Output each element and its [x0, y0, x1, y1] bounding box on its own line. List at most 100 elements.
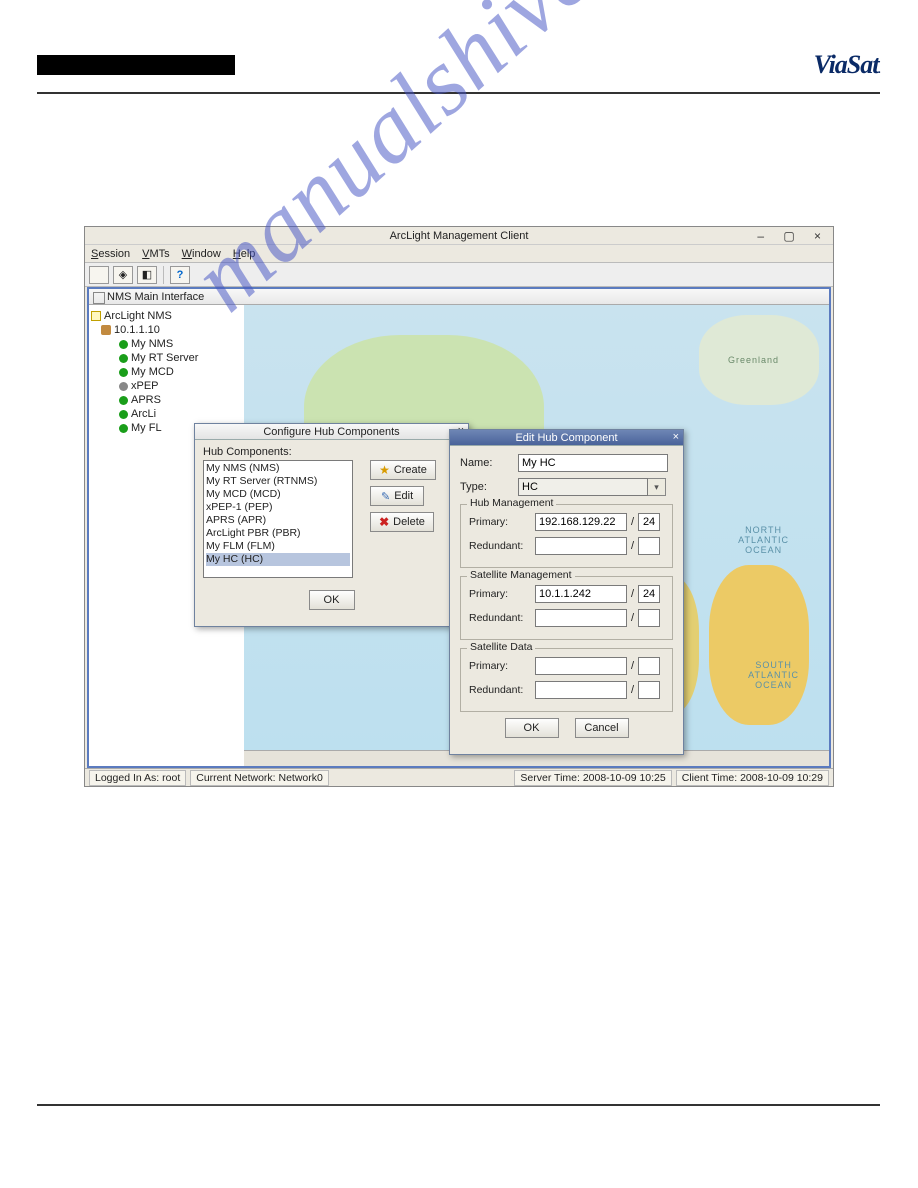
sat-primary-ip-input[interactable]	[535, 585, 627, 603]
bottom-rule	[37, 1104, 880, 1106]
satellite-management-group: Satellite Management Primary: / Redundan…	[460, 576, 673, 640]
list-item[interactable]: My FLM (FLM)	[206, 540, 350, 553]
tree-ip[interactable]: 10.1.1.10	[91, 323, 242, 337]
toolbar-help-button[interactable]: ?	[170, 266, 190, 284]
menu-session[interactable]: Session	[91, 248, 130, 260]
hub-primary-ip-input[interactable]	[535, 513, 627, 531]
toolbar-btn-1[interactable]	[89, 266, 109, 284]
hub-redundant-mask-input[interactable]	[638, 537, 660, 555]
primary-label: Primary:	[469, 660, 531, 672]
redundant-label: Redundant:	[469, 684, 531, 696]
status-ok-icon	[119, 410, 128, 419]
cancel-button[interactable]: Cancel	[575, 718, 629, 738]
toolbar-btn-3[interactable]: ◧	[137, 266, 157, 284]
sat-redundant-mask-input[interactable]	[638, 609, 660, 627]
list-item[interactable]: My MCD (MCD)	[206, 488, 350, 501]
satdata-primary-mask-input[interactable]	[638, 657, 660, 675]
list-item-selected[interactable]: My HC (HC)	[206, 553, 350, 566]
menu-window[interactable]: Window	[182, 248, 221, 260]
menu-help[interactable]: Help	[233, 248, 256, 260]
ocean-label: SOUTH ATLANTIC OCEAN	[748, 660, 799, 690]
redundant-label: Redundant:	[469, 612, 531, 624]
status-login: Logged In As: root	[89, 770, 186, 786]
folder-icon	[91, 311, 101, 321]
delete-icon: ✖	[379, 515, 389, 529]
tree-item[interactable]: xPEP	[91, 379, 242, 393]
toolbar: ◈ ◧ ?	[85, 263, 833, 287]
redundant-label: Redundant:	[469, 540, 531, 552]
status-ok-icon	[119, 424, 128, 433]
status-ok-icon	[119, 340, 128, 349]
tree-item[interactable]: ArcLi	[91, 407, 242, 421]
app-window: ArcLight Management Client – ▢ × Session…	[84, 226, 834, 787]
toolbar-btn-2[interactable]: ◈	[113, 266, 133, 284]
star-icon: ★	[379, 463, 390, 477]
ok-button[interactable]: OK	[309, 590, 355, 610]
main-area: NMS Main Interface ArcLight NMS 10.1.1.1…	[87, 287, 831, 768]
edit-icon: ✎	[381, 490, 390, 503]
titlebar: ArcLight Management Client – ▢ ×	[85, 227, 833, 245]
delete-button[interactable]: ✖Delete	[370, 512, 434, 532]
tree-item[interactable]: My NMS	[91, 337, 242, 351]
satdata-redundant-ip-input[interactable]	[535, 681, 627, 699]
status-network: Current Network: Network0	[190, 770, 329, 786]
create-button[interactable]: ★Create	[370, 460, 436, 480]
tree-item[interactable]: My RT Server	[91, 351, 242, 365]
configure-hub-dialog: Configure Hub Components × Hub Component…	[194, 423, 469, 627]
top-rule	[37, 92, 880, 94]
dialog-titlebar: Edit Hub Component ×	[450, 430, 683, 446]
satdata-primary-ip-input[interactable]	[535, 657, 627, 675]
statusbar: Logged In As: root Current Network: Netw…	[85, 768, 833, 786]
status-server-time: Server Time: 2008-10-09 10:25	[514, 770, 671, 786]
menu-vmts[interactable]: VMTs	[142, 248, 170, 260]
type-select[interactable]	[518, 478, 648, 496]
status-ok-icon	[119, 396, 128, 405]
group-legend: Satellite Data	[467, 641, 535, 653]
tree-root[interactable]: ArcLight NMS	[91, 309, 242, 323]
app-icon	[89, 230, 101, 242]
group-legend: Hub Management	[467, 497, 556, 509]
ok-button[interactable]: OK	[505, 718, 559, 738]
status-unknown-icon	[119, 382, 128, 391]
toolbar-separator	[163, 266, 164, 284]
menubar: Session VMTs Window Help	[85, 245, 833, 263]
hub-primary-mask-input[interactable]	[638, 513, 660, 531]
list-label: Hub Components:	[203, 446, 460, 458]
redacted-bar	[37, 55, 235, 75]
java-icon	[198, 426, 210, 438]
status-ok-icon	[119, 368, 128, 377]
status-ok-icon	[119, 354, 128, 363]
edit-button[interactable]: ✎Edit	[370, 486, 424, 506]
java-icon	[453, 432, 465, 444]
status-client-time: Client Time: 2008-10-09 10:29	[676, 770, 829, 786]
list-item[interactable]: APRS (APR)	[206, 514, 350, 527]
sat-redundant-ip-input[interactable]	[535, 609, 627, 627]
list-item[interactable]: xPEP-1 (PEP)	[206, 501, 350, 514]
primary-label: Primary:	[469, 516, 531, 528]
satellite-data-group: Satellite Data Primary: / Redundant: /	[460, 648, 673, 712]
logo-text: ViaSat	[814, 50, 879, 79]
satdata-redundant-mask-input[interactable]	[638, 681, 660, 699]
chevron-down-icon[interactable]: ▾	[648, 478, 666, 496]
sat-primary-mask-input[interactable]	[638, 585, 660, 603]
logo: ViaSat.	[814, 50, 880, 80]
type-label: Type:	[460, 481, 512, 493]
dialog-title: Edit Hub Component	[515, 432, 617, 444]
subwindow-title: NMS Main Interface	[89, 289, 829, 305]
hub-management-group: Hub Management Primary: / Redundant: /	[460, 504, 673, 568]
hub-components-listbox[interactable]: My NMS (NMS) My RT Server (RTNMS) My MCD…	[203, 460, 353, 578]
greenland-label: Greenland	[728, 355, 779, 365]
list-item[interactable]: My RT Server (RTNMS)	[206, 475, 350, 488]
close-icon[interactable]: ×	[673, 431, 679, 443]
app-title: ArcLight Management Client	[390, 230, 529, 242]
dialog-titlebar: Configure Hub Components ×	[195, 424, 468, 440]
hub-redundant-ip-input[interactable]	[535, 537, 627, 555]
list-item[interactable]: My NMS (NMS)	[206, 462, 350, 475]
list-item[interactable]: ArcLight PBR (PBR)	[206, 527, 350, 540]
name-label: Name:	[460, 457, 512, 469]
tree-item[interactable]: My MCD	[91, 365, 242, 379]
dialog-title: Configure Hub Components	[263, 426, 399, 438]
tree-item[interactable]: APRS	[91, 393, 242, 407]
name-input[interactable]	[518, 454, 668, 472]
window-controls[interactable]: – ▢ ×	[757, 229, 829, 243]
